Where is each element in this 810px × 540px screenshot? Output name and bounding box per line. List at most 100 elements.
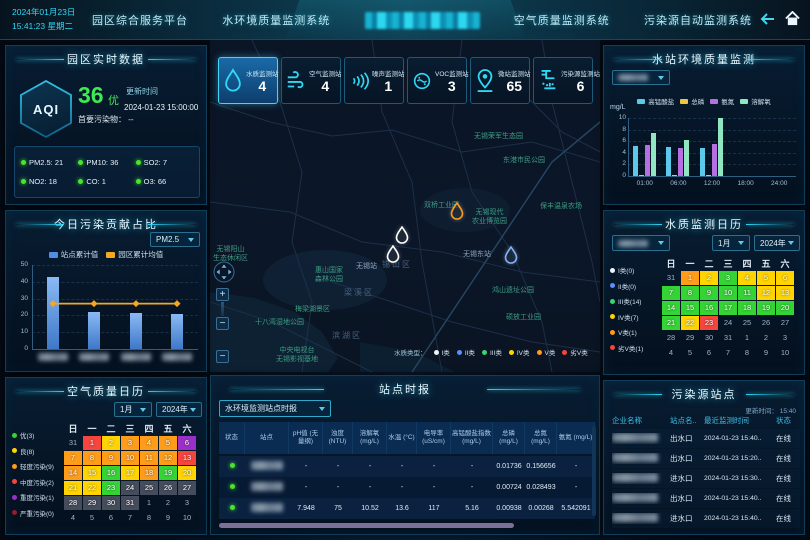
- calendar-day-cell[interactable]: 24: [719, 316, 737, 330]
- zoom-out-button[interactable]: −: [216, 317, 229, 330]
- calendar-day-cell[interactable]: 11: [738, 286, 756, 300]
- zoom-in-button[interactable]: +: [216, 288, 229, 301]
- calendar-day-cell[interactable]: 18: [140, 466, 158, 480]
- calendar-day-cell[interactable]: 11: [140, 451, 158, 465]
- calendar-day-cell[interactable]: 30: [102, 496, 120, 510]
- calendar-day-cell[interactable]: 2: [102, 436, 120, 450]
- calendar-day-cell[interactable]: 17: [719, 301, 737, 315]
- table-row[interactable]: 出水口2024-01-23 15:20..在线: [612, 449, 800, 468]
- calendar-day-cell[interactable]: 7: [662, 286, 680, 300]
- calendar-day-cell[interactable]: 31: [121, 496, 139, 510]
- year-dropdown[interactable]: 2024年: [156, 402, 202, 417]
- calendar-day-cell[interactable]: 27: [776, 316, 794, 330]
- calendar-day-cell[interactable]: 10: [776, 346, 794, 360]
- calendar-day-cell[interactable]: 5: [681, 346, 699, 360]
- calendar-day-cell[interactable]: 31: [662, 271, 680, 285]
- calendar-day-cell[interactable]: 9: [102, 451, 120, 465]
- calendar-day-cell[interactable]: 7: [719, 346, 737, 360]
- calendar-day-cell[interactable]: 6: [776, 271, 794, 285]
- calendar-day-cell[interactable]: 10: [719, 286, 737, 300]
- map-canvas[interactable]: 无锡阳山 生态休闲区惠山国家 森林公园梅梁湖景区十八湾湿地公园中央电视台 无锡影…: [210, 40, 600, 372]
- calendar-day-cell[interactable]: 10: [178, 511, 196, 525]
- calendar-day-cell[interactable]: 5: [83, 511, 101, 525]
- calendar-day-cell[interactable]: 28: [662, 331, 680, 345]
- table-row[interactable]: 7.9487510.5213.61175.160.009380.002685.5…: [219, 498, 595, 519]
- calendar-day-cell[interactable]: 19: [159, 466, 177, 480]
- calendar-day-cell[interactable]: 28: [64, 496, 82, 510]
- calendar-day-cell[interactable]: 31: [719, 331, 737, 345]
- table-row[interactable]: 进水口2024-01-23 15:30..在线: [612, 469, 800, 488]
- calendar-day-cell[interactable]: 6: [700, 346, 718, 360]
- station-type-dropdown[interactable]: 水环境监测站点时报: [219, 400, 331, 417]
- calendar-day-cell[interactable]: 8: [738, 346, 756, 360]
- table-row[interactable]: 出水口2024-01-23 15:40..在线: [612, 429, 800, 448]
- horizontal-scrollbar[interactable]: [219, 523, 514, 528]
- calendar-day-cell[interactable]: 16: [102, 466, 120, 480]
- calendar-day-cell[interactable]: 8: [140, 511, 158, 525]
- back-icon[interactable]: [760, 12, 776, 31]
- calendar-day-cell[interactable]: 5: [159, 436, 177, 450]
- month-dropdown[interactable]: 1月: [114, 402, 152, 417]
- station-dropdown[interactable]: [612, 235, 670, 251]
- calendar-day-cell[interactable]: 25: [738, 316, 756, 330]
- calendar-day-cell[interactable]: 18: [738, 301, 756, 315]
- calendar-day-cell[interactable]: 12: [159, 451, 177, 465]
- nav-item-1[interactable]: 水环境质量监测系统: [222, 12, 330, 28]
- calendar-day-cell[interactable]: 25: [140, 481, 158, 495]
- calendar-day-cell[interactable]: 8: [83, 451, 101, 465]
- calendar-day-cell[interactable]: 1: [83, 436, 101, 450]
- calendar-day-cell[interactable]: 14: [662, 301, 680, 315]
- nav-item-3[interactable]: 污染源自动监测系统: [644, 12, 752, 28]
- calendar-day-cell[interactable]: 14: [64, 466, 82, 480]
- calendar-day-cell[interactable]: 10: [121, 451, 139, 465]
- calendar-day-cell[interactable]: 3: [178, 496, 196, 510]
- calendar-day-cell[interactable]: 21: [64, 481, 82, 495]
- calendar-day-cell[interactable]: 9: [700, 286, 718, 300]
- year-dropdown[interactable]: 2024年: [754, 235, 800, 251]
- calendar-day-cell[interactable]: 1: [738, 331, 756, 345]
- calendar-day-cell[interactable]: 2: [700, 271, 718, 285]
- table-row[interactable]: ------0.007240.028493--: [219, 477, 595, 498]
- month-dropdown[interactable]: 1月: [712, 235, 750, 251]
- zoom-slider-track[interactable]: [221, 302, 224, 316]
- calendar-day-cell[interactable]: 9: [757, 346, 775, 360]
- calendar-day-cell[interactable]: 7: [64, 451, 82, 465]
- home-icon[interactable]: [785, 11, 800, 31]
- calendar-day-cell[interactable]: 13: [178, 451, 196, 465]
- calendar-day-cell[interactable]: 17: [121, 466, 139, 480]
- calendar-day-cell[interactable]: 31: [64, 436, 82, 450]
- calendar-day-cell[interactable]: 26: [159, 481, 177, 495]
- nav-item-2[interactable]: 空气质量监测系统: [514, 12, 610, 28]
- calendar-day-cell[interactable]: 29: [83, 496, 101, 510]
- calendar-day-cell[interactable]: 13: [776, 286, 794, 300]
- calendar-day-cell[interactable]: 3: [776, 331, 794, 345]
- calendar-day-cell[interactable]: 3: [121, 436, 139, 450]
- calendar-day-cell[interactable]: 4: [64, 511, 82, 525]
- calendar-day-cell[interactable]: 1: [681, 271, 699, 285]
- calendar-day-cell[interactable]: 22: [681, 316, 699, 330]
- calendar-day-cell[interactable]: 20: [178, 466, 196, 480]
- calendar-day-cell[interactable]: 2: [757, 331, 775, 345]
- calendar-day-cell[interactable]: 4: [140, 436, 158, 450]
- calendar-day-cell[interactable]: 5: [757, 271, 775, 285]
- table-row[interactable]: ------0.017360.156656--: [219, 456, 595, 477]
- calendar-day-cell[interactable]: 16: [700, 301, 718, 315]
- calendar-day-cell[interactable]: 23: [102, 481, 120, 495]
- calendar-day-cell[interactable]: 24: [121, 481, 139, 495]
- station-dropdown[interactable]: [612, 70, 670, 85]
- calendar-day-cell[interactable]: 15: [681, 301, 699, 315]
- calendar-day-cell[interactable]: 3: [719, 271, 737, 285]
- calendar-day-cell[interactable]: 26: [757, 316, 775, 330]
- calendar-day-cell[interactable]: 6: [178, 436, 196, 450]
- zoom-out-handle[interactable]: −: [216, 350, 229, 363]
- vertical-scrollbar[interactable]: [592, 426, 596, 516]
- table-row[interactable]: 出水口2024-01-23 15:40..在线: [612, 489, 800, 508]
- calendar-day-cell[interactable]: 7: [121, 511, 139, 525]
- calendar-day-cell[interactable]: 8: [681, 286, 699, 300]
- calendar-day-cell[interactable]: 4: [738, 271, 756, 285]
- nav-item-0[interactable]: 园区综合服务平台: [92, 12, 188, 28]
- calendar-day-cell[interactable]: 9: [159, 511, 177, 525]
- pollutant-dropdown[interactable]: PM2.5: [150, 232, 200, 247]
- calendar-day-cell[interactable]: 15: [83, 466, 101, 480]
- map-pan-control[interactable]: [212, 260, 236, 289]
